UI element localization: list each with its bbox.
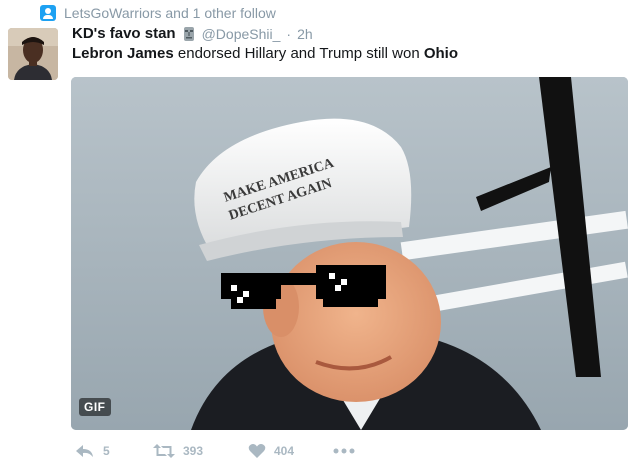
reply-button[interactable]: 5 — [75, 443, 153, 459]
tweet-timestamp[interactable]: 2h — [297, 26, 313, 42]
tweet-text-plain: endorsed Hillary and Trump still won — [173, 45, 424, 62]
tweet-media-gif[interactable]: MAKE AMERICA DECENT AGAIN — [71, 77, 628, 430]
retweet-count: 393 — [183, 444, 204, 458]
heart-icon — [248, 444, 266, 458]
gif-badge: GIF — [79, 398, 111, 416]
header-separator: · — [286, 25, 292, 42]
like-button[interactable]: 404 — [248, 443, 333, 459]
retweet-button[interactable]: 393 — [153, 443, 248, 459]
tweet-text: Lebron James endorsed Hillary and Trump … — [72, 45, 458, 62]
reply-icon — [76, 445, 93, 457]
moai-icon — [182, 26, 196, 42]
author-handle[interactable]: @DopeShii_ — [202, 26, 281, 42]
tweet-text-bold-2: Ohio — [423, 45, 458, 62]
follow-person-icon — [40, 5, 56, 21]
tweet-text-bold-1: Lebron James — [72, 45, 174, 62]
reply-count: 5 — [103, 444, 110, 458]
more-dots-icon — [333, 448, 355, 454]
gif-image: MAKE AMERICA DECENT AGAIN — [71, 77, 628, 430]
tweet-actions: 5 393 404 — [75, 441, 355, 461]
tweet-header: KD's favo stan @DopeShii_ · 2h — [72, 25, 313, 42]
avatar-photo — [8, 28, 58, 80]
avatar[interactable] — [8, 28, 58, 80]
social-context: LetsGoWarriors and 1 other follow — [40, 3, 276, 23]
social-context-text[interactable]: LetsGoWarriors and 1 other follow — [64, 5, 276, 21]
like-count: 404 — [274, 444, 295, 458]
author-name[interactable]: KD's favo stan — [72, 25, 176, 42]
retweet-icon — [153, 444, 175, 458]
tweet-card[interactable]: LetsGoWarriors and 1 other follow KD's f… — [0, 0, 640, 467]
more-button[interactable] — [333, 447, 355, 455]
